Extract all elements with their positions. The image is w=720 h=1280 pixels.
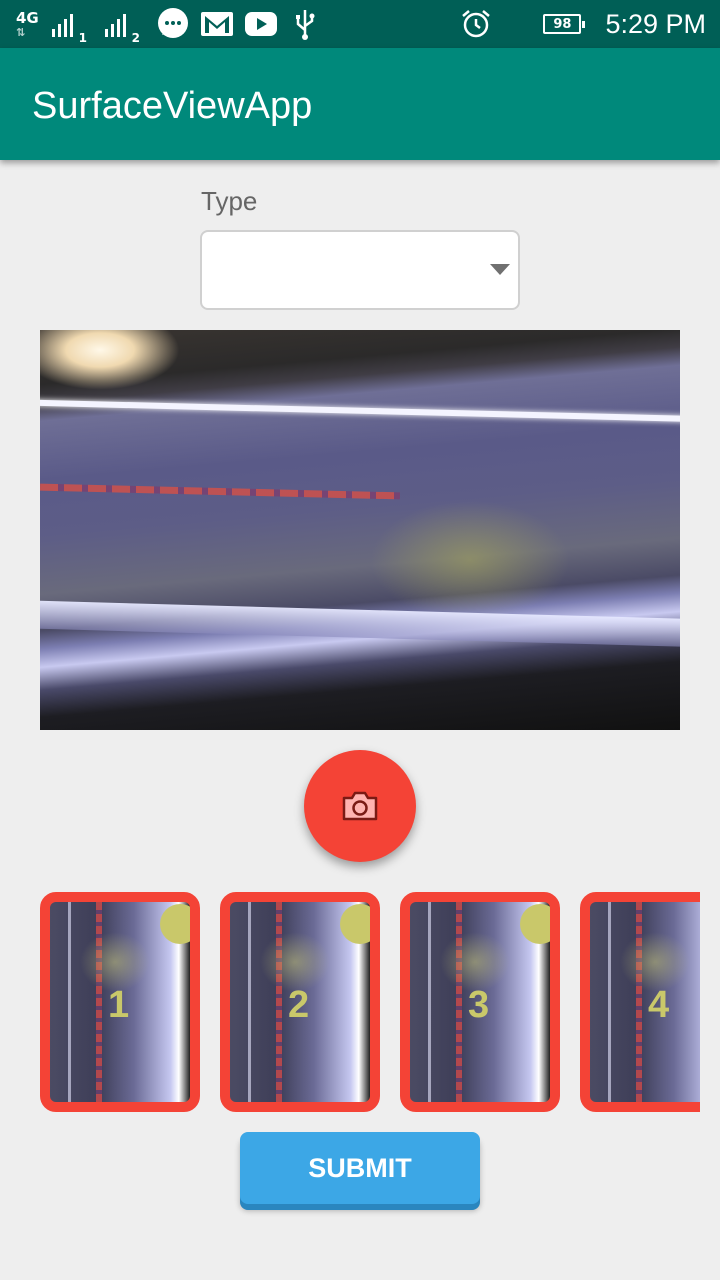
thumbnail-number: 1 [108,984,130,1026]
thumbnail-indicator-dot[interactable] [340,904,370,944]
status-bar-left: 4G ⇅ 1 2 [16,6,322,45]
signal-sim1-icon: 1 [52,11,87,45]
status-bar: 4G ⇅ 1 2 98 5:29 PM [0,0,720,48]
thumbnail-strip[interactable]: 1 2 3 4 [40,892,700,1114]
signal-sim2-icon: 2 [105,11,140,45]
thumbnail-item[interactable]: 2 [220,892,380,1112]
type-label: Type [201,186,258,216]
thumbnail-indicator-dot[interactable] [160,904,190,944]
type-dropdown[interactable] [200,230,520,310]
submit-button[interactable]: SUBMIT [240,1132,480,1204]
network-4g-icon: 4G ⇅ [16,9,39,40]
status-bar-right: 98 5:29 PM [459,6,706,42]
sim1-label: 1 [78,31,87,45]
battery-level: 98 [553,16,572,32]
thumbnail-number: 2 [288,984,310,1026]
clock: 5:29 PM [605,8,706,39]
thumbnail-number: 4 [648,984,670,1026]
thumbnail-number: 3 [468,984,490,1026]
thumbnail-item[interactable]: 4 [580,892,700,1112]
gmail-icon [200,7,234,41]
thumbnail-item[interactable]: 3 [400,892,560,1112]
app-title: SurfaceViewApp [32,85,313,127]
youtube-icon [244,7,278,41]
camera-icon [342,791,378,821]
app-bar: SurfaceViewApp [0,48,720,160]
thumbnail-indicator-dot[interactable] [520,904,550,944]
alarm-icon [459,7,493,41]
messages-icon [156,7,190,41]
sim2-label: 2 [131,31,140,45]
camera-preview[interactable] [40,330,680,730]
capture-button[interactable] [304,750,416,862]
battery-icon: 98 [543,14,586,34]
thumbnail-item[interactable]: 1 [40,892,200,1112]
usb-icon [288,7,322,41]
network-type: 4G [16,9,39,27]
dropdown-arrow-icon [490,264,510,275]
